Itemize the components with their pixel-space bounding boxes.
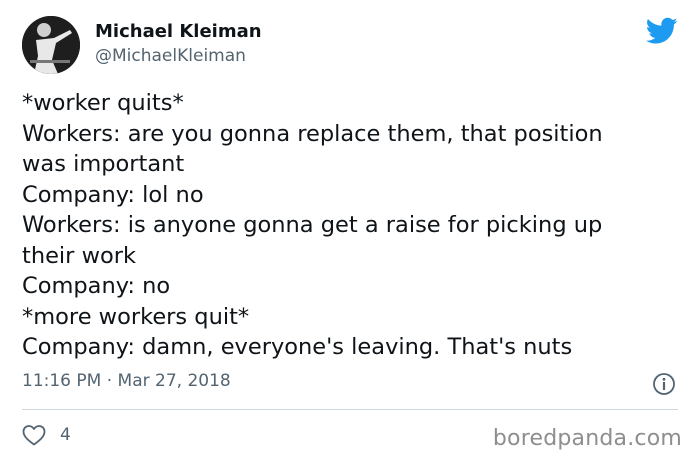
- author-display-name[interactable]: Michael Kleiman: [95, 21, 262, 42]
- divider: [22, 409, 678, 410]
- tweet-line: *more workers quit*: [22, 303, 250, 330]
- tweet-line: Company: lol no: [22, 181, 204, 208]
- tweet-text: *worker quits* Workers: are you gonna re…: [22, 88, 682, 363]
- tweet-line: Workers: are you gonna replace them, tha…: [22, 120, 603, 147]
- tweet-timestamp[interactable]: 11:16 PM · Mar 27, 2018: [22, 371, 231, 391]
- avatar[interactable]: [22, 16, 80, 74]
- tweet-line: Company: no: [22, 273, 171, 299]
- tweet-line: Company: damn, everyone's leaving. That'…: [22, 334, 573, 360]
- info-icon[interactable]: [652, 372, 676, 396]
- like-count: 4: [60, 425, 71, 445]
- tweet-line: their work: [22, 242, 137, 269]
- twitter-bird-icon[interactable]: [646, 17, 678, 45]
- tweet-line: Workers: is anyone gonna get a raise for…: [22, 212, 603, 238]
- watermark: boredpanda.com: [492, 426, 682, 451]
- author-handle[interactable]: @MichaelKleiman: [95, 46, 246, 66]
- tweet-line: was important: [22, 151, 185, 177]
- avatar-image: [22, 16, 80, 74]
- heart-icon[interactable]: [22, 424, 46, 446]
- tweet-line: *worker quits*: [22, 90, 184, 116]
